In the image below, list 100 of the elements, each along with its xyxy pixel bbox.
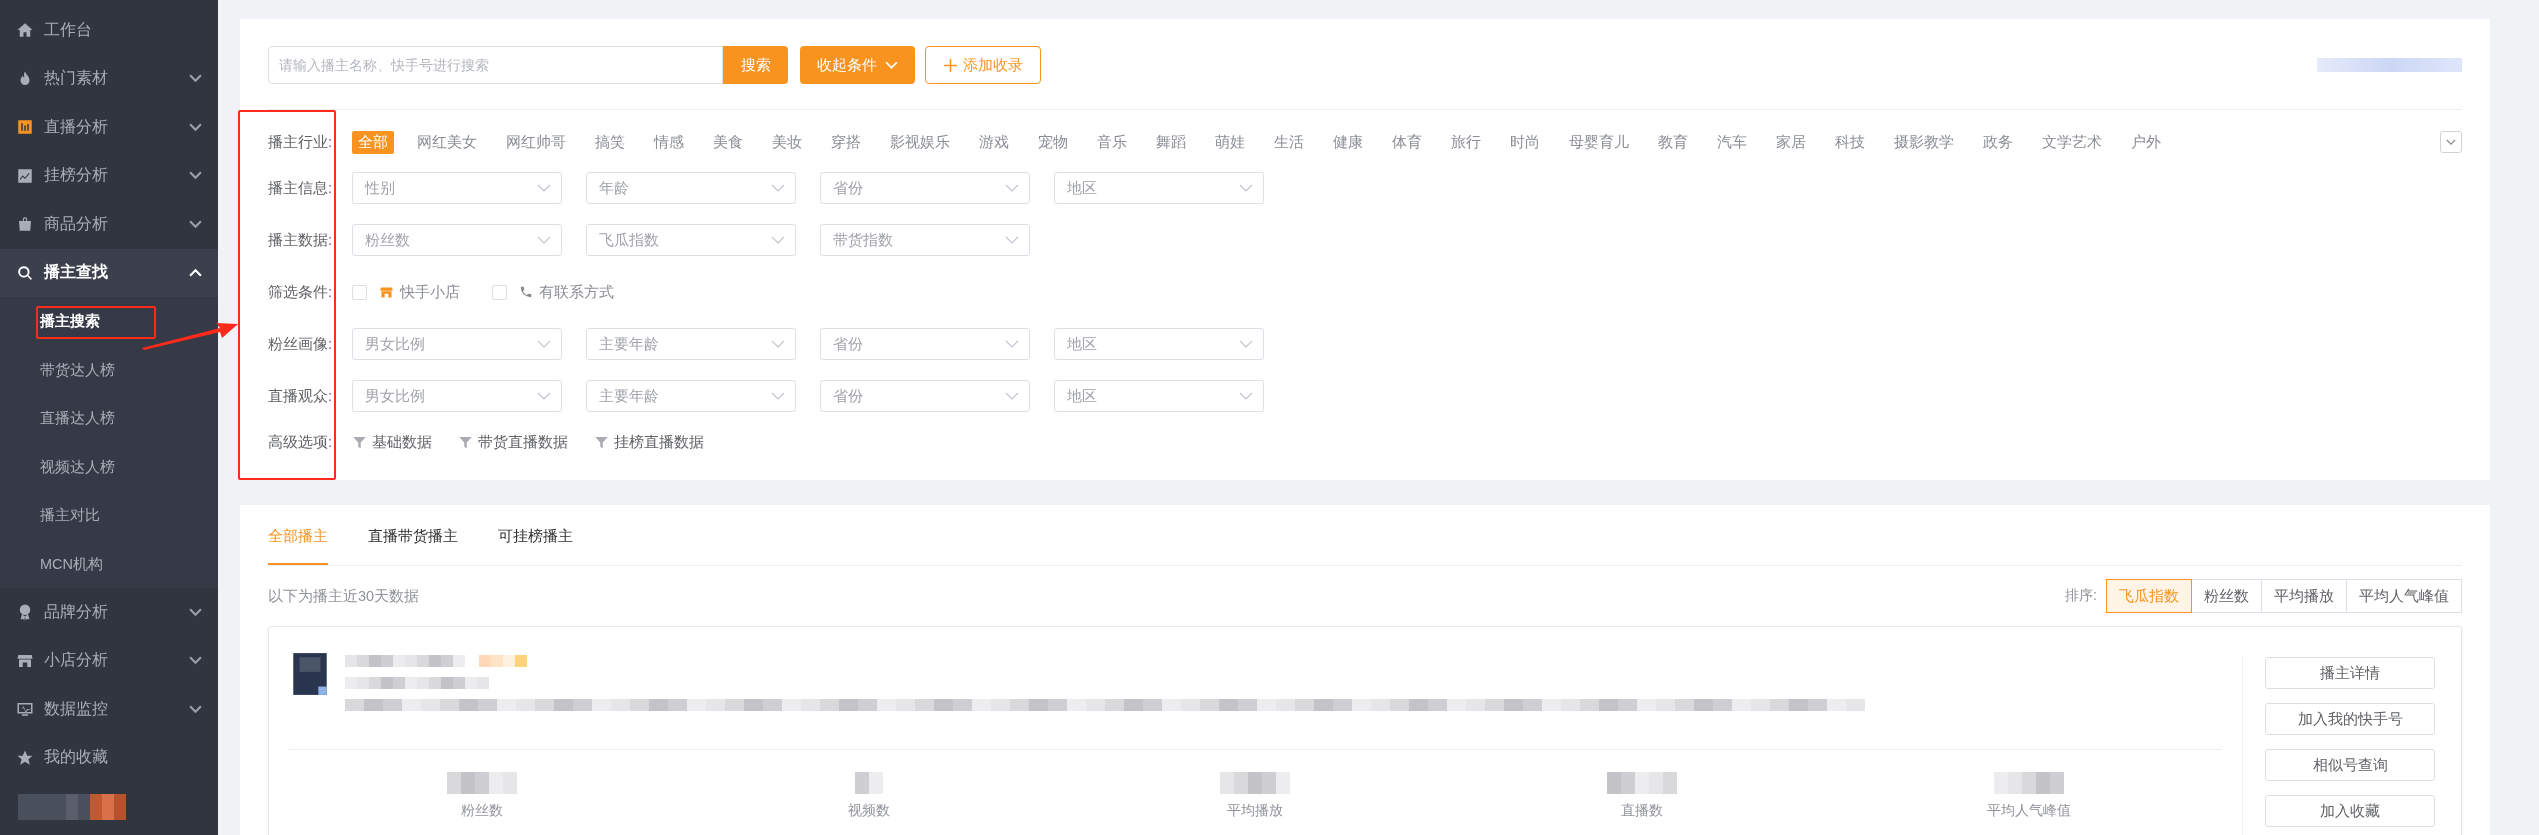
sidebar-item[interactable]: 挂榜分析 bbox=[0, 151, 218, 200]
industry-tag[interactable]: 时尚 bbox=[1504, 130, 1546, 154]
checkbox[interactable] bbox=[492, 284, 507, 300]
sidebar-item[interactable]: 工作台 bbox=[0, 6, 218, 55]
sidebar-item[interactable]: 数据监控 bbox=[0, 685, 218, 734]
industry-tag[interactable]: 美食 bbox=[707, 130, 749, 154]
dropdown[interactable]: 地区 bbox=[1054, 380, 1264, 412]
chevron-down-icon bbox=[1005, 392, 1019, 400]
industry-tag[interactable]: 母婴育儿 bbox=[1563, 130, 1635, 154]
industry-tag[interactable]: 家居 bbox=[1770, 130, 1812, 154]
chevron-down-icon bbox=[189, 171, 202, 181]
sort-option[interactable]: 飞瓜指数 bbox=[2106, 579, 2192, 613]
collapse-button[interactable]: 收起条件 bbox=[800, 46, 915, 84]
add-button[interactable]: 添加收录 bbox=[925, 46, 1041, 84]
dropdown[interactable]: 主要年龄 bbox=[586, 328, 796, 360]
industry-tag[interactable]: 生活 bbox=[1268, 130, 1310, 154]
industry-tag[interactable]: 影视娱乐 bbox=[884, 130, 956, 154]
monitor-icon bbox=[16, 700, 34, 719]
sidebar-item[interactable]: 热门素材 bbox=[0, 54, 218, 103]
industry-tag[interactable]: 音乐 bbox=[1091, 130, 1133, 154]
industry-tag[interactable]: 情感 bbox=[648, 130, 690, 154]
dropdown[interactable]: 年龄 bbox=[586, 172, 796, 204]
dropdown[interactable]: 省份 bbox=[820, 328, 1030, 360]
chevron-down-icon bbox=[537, 340, 551, 348]
checkbox[interactable] bbox=[352, 284, 367, 300]
dropdown[interactable]: 地区 bbox=[1054, 328, 1264, 360]
tab[interactable]: 可挂榜播主 bbox=[498, 505, 573, 565]
action-button[interactable]: 相似号查询 bbox=[2265, 749, 2435, 781]
industry-tag[interactable]: 宠物 bbox=[1032, 130, 1074, 154]
search-field[interactable]: 请输入播主名称、快手号进行搜索 bbox=[268, 46, 723, 84]
sort-option[interactable]: 粉丝数 bbox=[2191, 579, 2262, 613]
filter-label: 直播观众: bbox=[268, 386, 334, 406]
submenu-item[interactable]: 视频达人榜 bbox=[0, 442, 218, 491]
industry-tag[interactable]: 搞笑 bbox=[589, 130, 631, 154]
sort-option[interactable]: 平均人气峰值 bbox=[2346, 579, 2462, 613]
dropdown[interactable]: 飞瓜指数 bbox=[586, 224, 796, 256]
industry-tag[interactable]: 政务 bbox=[1977, 130, 2019, 154]
industry-tag[interactable]: 汽车 bbox=[1711, 130, 1753, 154]
industry-tag[interactable]: 游戏 bbox=[973, 130, 1015, 154]
industry-tag[interactable]: 萌娃 bbox=[1209, 130, 1251, 154]
dropdown[interactable]: 男女比例 bbox=[352, 380, 562, 412]
submenu-item[interactable]: 播主对比 bbox=[0, 491, 218, 540]
industry-tag[interactable]: 户外 bbox=[2125, 130, 2167, 154]
dropdown[interactable]: 省份 bbox=[820, 380, 1030, 412]
sidebar-item[interactable]: 小店分析 bbox=[0, 636, 218, 685]
chevron-down-icon bbox=[189, 607, 202, 617]
sort-option[interactable]: 平均播放 bbox=[2261, 579, 2347, 613]
industry-tag[interactable]: 体育 bbox=[1386, 130, 1428, 154]
data-note: 以下为播主近30天数据 bbox=[268, 586, 420, 606]
industry-tag[interactable]: 旅行 bbox=[1445, 130, 1487, 154]
chevron-down-icon bbox=[537, 236, 551, 244]
bag-icon bbox=[16, 215, 34, 234]
industry-tag[interactable]: 全部 bbox=[352, 130, 394, 154]
option-link[interactable]: 挂榜直播数据 bbox=[614, 432, 704, 452]
submenu-item[interactable]: 播主搜索 bbox=[0, 297, 218, 346]
blurred-value bbox=[1220, 772, 1291, 794]
submenu-item[interactable]: MCN机构 bbox=[0, 539, 218, 588]
industry-tag[interactable]: 健康 bbox=[1327, 130, 1369, 154]
submenu-item[interactable]: 直播达人榜 bbox=[0, 394, 218, 443]
submenu-item[interactable]: 带货达人榜 bbox=[0, 345, 218, 394]
expand-button[interactable] bbox=[2440, 131, 2462, 153]
tab[interactable]: 全部播主 bbox=[268, 505, 328, 565]
industry-tag[interactable]: 文学艺术 bbox=[2036, 130, 2108, 154]
dropdown[interactable]: 主要年龄 bbox=[586, 380, 796, 412]
industry-tag[interactable]: 网红帅哥 bbox=[500, 130, 572, 154]
industry-tag[interactable]: 教育 bbox=[1652, 130, 1694, 154]
industry-tag[interactable]: 舞蹈 bbox=[1150, 130, 1192, 154]
dropdown[interactable]: 带货指数 bbox=[820, 224, 1030, 256]
filter-label: 高级选项: bbox=[268, 432, 334, 452]
dropdown[interactable]: 粉丝数 bbox=[352, 224, 562, 256]
industry-tag[interactable]: 美妆 bbox=[766, 130, 808, 154]
sidebar-item[interactable]: 播主查找 bbox=[0, 248, 218, 297]
industry-tag[interactable]: 网红美女 bbox=[411, 130, 483, 154]
stat-label: 粉丝数 bbox=[461, 802, 504, 820]
industry-tag[interactable]: 穿搭 bbox=[825, 130, 867, 154]
phone-icon bbox=[519, 285, 533, 299]
action-button[interactable]: 播主详情 bbox=[2265, 657, 2435, 689]
action-button[interactable]: 加入我的快手号 bbox=[2265, 703, 2435, 735]
tab[interactable]: 直播带货播主 bbox=[368, 505, 458, 565]
sidebar-item[interactable]: 直播分析 bbox=[0, 103, 218, 152]
dropdown[interactable]: 省份 bbox=[820, 172, 1030, 204]
chevron-down-icon bbox=[1005, 340, 1019, 348]
dropdown[interactable]: 地区 bbox=[1054, 172, 1264, 204]
blurred-value bbox=[1993, 772, 2064, 794]
chevron-down-icon bbox=[537, 392, 551, 400]
sidebar-item[interactable]: 商品分析 bbox=[0, 200, 218, 249]
industry-tag[interactable]: 科技 bbox=[1829, 130, 1871, 154]
industry-tag[interactable]: 摄影教学 bbox=[1888, 130, 1960, 154]
dropdown[interactable]: 性别 bbox=[352, 172, 562, 204]
sidebar-item[interactable]: 我的收藏 bbox=[0, 733, 218, 782]
bar-chart-icon bbox=[16, 118, 34, 137]
option-link[interactable]: 基础数据 bbox=[372, 432, 432, 452]
funnel-icon bbox=[352, 434, 367, 450]
checkbox-label[interactable]: 有联系方式 bbox=[539, 282, 614, 302]
checkbox-label[interactable]: 快手小店 bbox=[400, 282, 460, 302]
search-button[interactable]: 搜索 bbox=[723, 46, 788, 84]
dropdown[interactable]: 男女比例 bbox=[352, 328, 562, 360]
action-button[interactable]: 加入收藏 bbox=[2265, 795, 2435, 827]
option-link[interactable]: 带货直播数据 bbox=[478, 432, 568, 452]
sidebar-item[interactable]: 品牌分析 bbox=[0, 588, 218, 637]
